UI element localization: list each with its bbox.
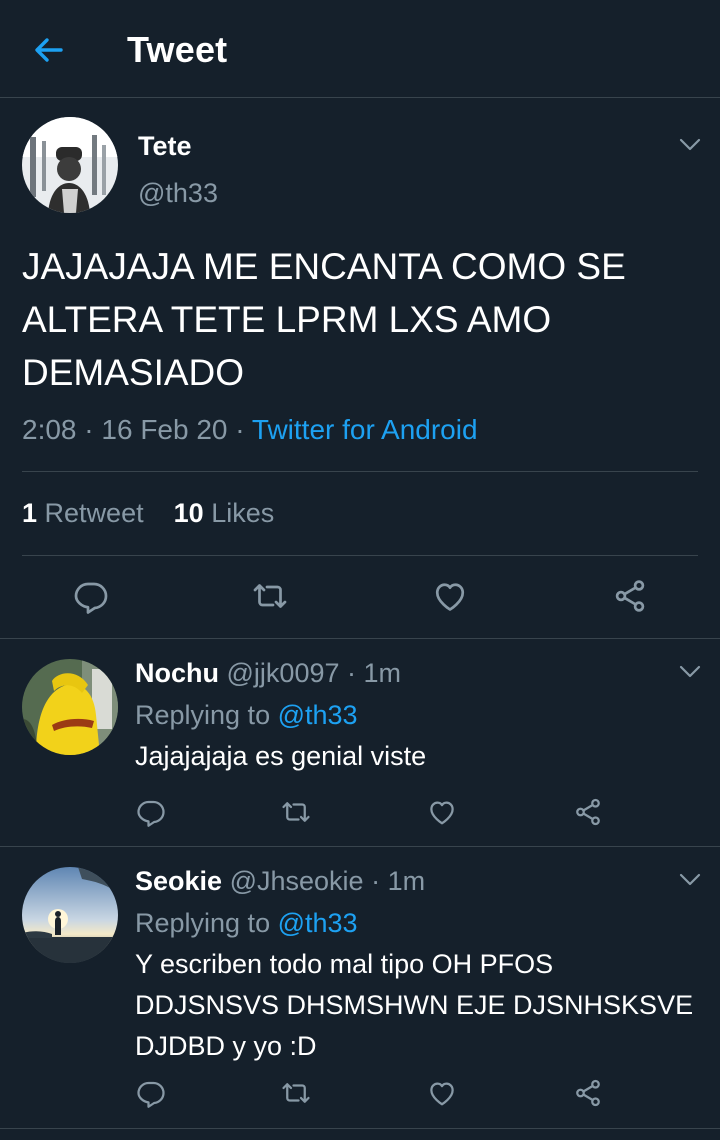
chevron-down-icon[interactable] bbox=[679, 138, 701, 152]
divider bbox=[0, 1128, 720, 1129]
tweet-stats: 1 Retweet 10 Likes bbox=[22, 498, 274, 529]
reply-age: 1m bbox=[363, 658, 402, 688]
reply-icon[interactable] bbox=[73, 578, 109, 614]
tweet-meta: 2:08 · 16 Feb 20 · Twitter for Android bbox=[22, 414, 478, 445]
like-icon[interactable] bbox=[427, 1078, 457, 1108]
reply-icon[interactable] bbox=[136, 797, 166, 827]
share-icon[interactable] bbox=[573, 1078, 603, 1108]
reply-header: Nochu @jjk0097 · 1m bbox=[135, 658, 402, 688]
tweet-time: 2:08 bbox=[22, 414, 77, 445]
tweet-text: JAJAJAJA ME ENCANTA COMO SE ALTERA TETE … bbox=[22, 246, 626, 393]
replying-to-handle[interactable]: @th33 bbox=[278, 700, 358, 730]
divider bbox=[22, 471, 698, 472]
share-icon[interactable] bbox=[612, 578, 648, 614]
retweets-stat[interactable]: 1 Retweet bbox=[22, 498, 144, 528]
divider bbox=[22, 555, 698, 556]
reply-author-handle[interactable]: @Jhseokie bbox=[230, 866, 364, 896]
avatar[interactable] bbox=[22, 867, 118, 963]
replying-to: Replying to @th33 bbox=[135, 908, 358, 939]
top-bar: Tweet bbox=[0, 0, 720, 98]
chevron-down-icon[interactable] bbox=[679, 665, 701, 679]
like-icon[interactable] bbox=[427, 797, 457, 827]
retweet-icon[interactable] bbox=[252, 578, 288, 614]
avatar[interactable] bbox=[22, 659, 118, 755]
arrow-left-icon[interactable] bbox=[30, 32, 66, 68]
like-label: Likes bbox=[211, 498, 275, 528]
reply-text: Y escriben todo mal tipo OH PFOS DDJSNSV… bbox=[135, 949, 694, 1061]
replying-to: Replying to @th33 bbox=[135, 700, 358, 731]
reply-icon[interactable] bbox=[136, 1078, 166, 1108]
likes-stat[interactable]: 10 Likes bbox=[174, 498, 275, 528]
chevron-down-icon[interactable] bbox=[679, 873, 701, 887]
replying-to-handle[interactable]: @th33 bbox=[278, 908, 358, 938]
author-name[interactable]: Tete bbox=[138, 131, 192, 162]
page-title: Tweet bbox=[127, 29, 228, 70]
divider bbox=[0, 846, 720, 847]
tweet-date: 16 Feb 20 bbox=[101, 414, 228, 445]
reply-author-handle[interactable]: @jjk0097 bbox=[227, 658, 340, 688]
retweet-icon[interactable] bbox=[281, 797, 311, 827]
tweet-source-link[interactable]: Twitter for Android bbox=[252, 414, 478, 445]
reply-text: Jajajajaja es genial viste bbox=[135, 741, 427, 771]
replying-to-label: Replying to bbox=[135, 700, 271, 730]
author-handle[interactable]: @th33 bbox=[138, 178, 218, 209]
replying-to-label: Replying to bbox=[135, 908, 271, 938]
retweet-count: 1 bbox=[22, 498, 38, 528]
retweet-label: Retweet bbox=[44, 498, 144, 528]
reply-age: 1m bbox=[387, 866, 426, 896]
share-icon[interactable] bbox=[573, 797, 603, 827]
reply-author-name[interactable]: Seokie bbox=[135, 866, 222, 896]
avatar[interactable] bbox=[22, 117, 118, 213]
like-icon[interactable] bbox=[432, 578, 468, 614]
reply-author-name[interactable]: Nochu bbox=[135, 658, 219, 688]
like-count: 10 bbox=[173, 498, 204, 528]
reply-header: Seokie @Jhseokie · 1m bbox=[135, 866, 426, 896]
divider bbox=[0, 638, 720, 639]
retweet-icon[interactable] bbox=[281, 1078, 311, 1108]
